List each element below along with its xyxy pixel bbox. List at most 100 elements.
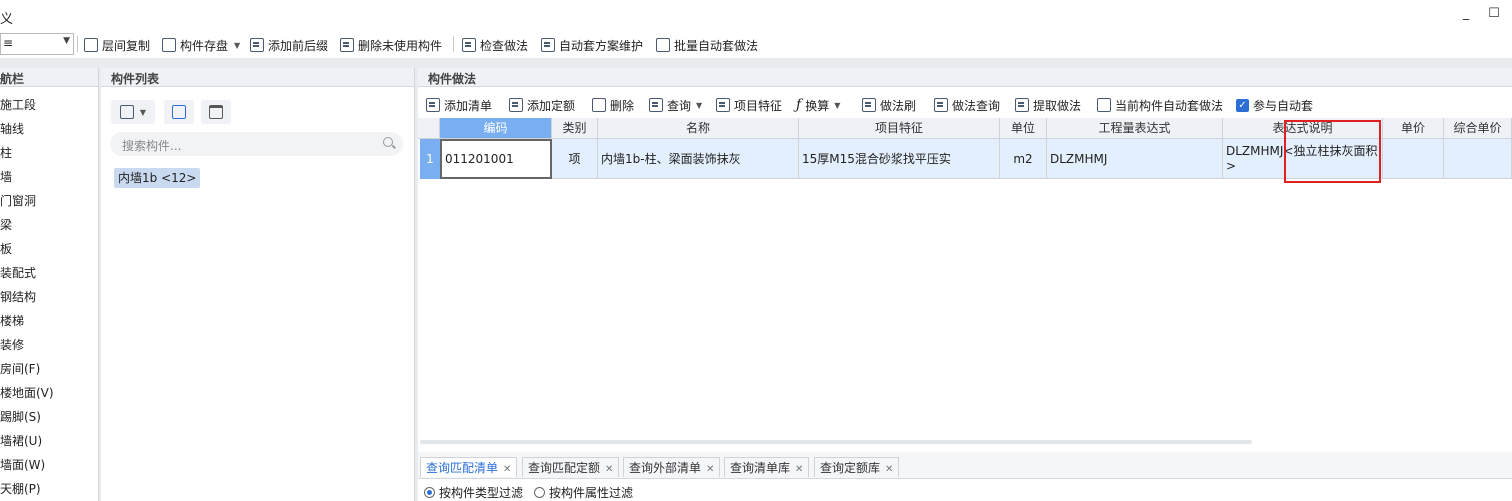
cell-unit[interactable]: m2: [1000, 139, 1047, 179]
cell-total-price[interactable]: [1444, 139, 1512, 179]
nav-panel: 航栏 施工段 轴线 柱 墙 门窗洞 梁 板 装配式 钢结构 楼梯 装修 房间(F…: [0, 68, 99, 501]
extract-method-button[interactable]: 提取做法: [1015, 96, 1081, 114]
filter-by-attr-radio[interactable]: 按构件属性过滤: [534, 484, 633, 501]
close-icon[interactable]: ✕: [706, 464, 714, 475]
extract-method-label: 提取做法: [1033, 98, 1082, 113]
chevron-down-icon: ▼: [139, 107, 147, 117]
nav-item[interactable]: 楼梯: [0, 312, 24, 329]
prefix-icon: [250, 38, 264, 52]
title-bar: 义 _ ☐: [0, 0, 1512, 31]
nav-item[interactable]: 轴线: [0, 120, 24, 137]
check-method-label: 检查做法: [480, 38, 529, 53]
auto-scheme-label: 自动套方案维护: [559, 38, 644, 53]
nav-item[interactable]: 门窗洞: [0, 192, 36, 209]
nav-item[interactable]: 板: [0, 240, 12, 257]
divider: [77, 36, 78, 52]
join-auto-label: 参与自动套: [1253, 98, 1314, 113]
component-list-title: 构件列表: [111, 72, 160, 86]
method-brush-label: 做法刷: [880, 98, 917, 113]
column-header[interactable]: 单位: [1000, 118, 1047, 139]
method-brush-button[interactable]: 做法刷: [862, 96, 916, 114]
cell-feature[interactable]: 15厚M15混合砂浆找平压实: [799, 139, 1000, 179]
minimize-button[interactable]: _: [1458, 6, 1474, 22]
nav-item[interactable]: 楼地面(V): [0, 384, 54, 401]
copy-floor-button[interactable]: 层间复制: [84, 36, 150, 54]
close-icon[interactable]: ✕: [605, 464, 613, 475]
feature-icon: [716, 98, 730, 112]
nav-item[interactable]: 施工段: [0, 96, 36, 113]
component-item[interactable]: 内墙1b <12>: [114, 168, 201, 188]
filter-by-type-label: 按构件类型过滤: [439, 486, 524, 500]
nav-item[interactable]: 天棚(P): [0, 480, 41, 497]
method-query-button[interactable]: 做法查询: [934, 96, 1000, 114]
new-component-button[interactable]: ▼: [111, 100, 155, 124]
query-label: 查询: [667, 98, 692, 113]
floor-select[interactable]: ≡ ▼: [0, 33, 74, 55]
add-quota-button[interactable]: 添加定额: [509, 96, 575, 114]
nav-item[interactable]: 房间(F): [0, 360, 40, 377]
cell-price[interactable]: [1383, 139, 1444, 179]
cell-category[interactable]: 项: [552, 139, 598, 179]
search-placeholder: 搜索构件...: [122, 139, 182, 153]
delete-unused-icon: [340, 38, 354, 52]
copy-component-button[interactable]: [164, 100, 194, 124]
check-method-button[interactable]: 检查做法: [462, 36, 528, 54]
nav-item[interactable]: 踢脚(S): [0, 408, 41, 425]
query-button[interactable]: 查询 ▼: [649, 96, 702, 114]
trash-icon: [592, 98, 606, 112]
close-icon[interactable]: ✕: [795, 464, 803, 475]
cell-name[interactable]: 内墙1b-柱、梁面装饰抹灰: [598, 139, 799, 179]
tab-label: 查询匹配定额: [528, 461, 601, 475]
nav-item[interactable]: 墙: [0, 168, 12, 185]
radio-icon: [534, 487, 545, 498]
add-prefix-suffix-button[interactable]: 添加前后缀: [250, 36, 328, 54]
chevron-down-icon: ▼: [63, 36, 70, 46]
search-input[interactable]: 搜索构件...: [110, 132, 403, 156]
delete-button[interactable]: 删除: [592, 96, 634, 114]
close-icon[interactable]: ✕: [885, 464, 893, 475]
batch-auto-button[interactable]: 批量自动套做法: [656, 36, 758, 54]
nav-item[interactable]: 装修: [0, 336, 24, 353]
nav-item[interactable]: 墙裙(U): [0, 432, 42, 449]
current-auto-label: 当前构件自动套做法: [1115, 98, 1224, 113]
convert-button[interactable]: ƒ 换算 ▼: [796, 96, 840, 114]
column-header[interactable]: 单价: [1383, 118, 1444, 139]
cell-code[interactable]: 011201001: [440, 139, 552, 179]
maximize-button[interactable]: ☐: [1486, 6, 1502, 22]
close-icon[interactable]: ✕: [503, 464, 511, 475]
tab-quota-library[interactable]: 查询定额库 ✕: [814, 457, 900, 477]
nav-item[interactable]: 柱: [0, 144, 12, 161]
nav-item[interactable]: 钢结构: [0, 288, 36, 305]
auto-scheme-button[interactable]: 自动套方案维护: [541, 36, 643, 54]
tab-match-quota[interactable]: 查询匹配定额 ✕: [522, 457, 620, 477]
column-header[interactable]: 项目特征: [799, 118, 1000, 139]
tab-match-list[interactable]: 查询匹配清单 ✕: [420, 457, 518, 477]
column-header[interactable]: 综合单价: [1444, 118, 1512, 139]
tab-list-library[interactable]: 查询清单库 ✕: [724, 457, 810, 477]
nav-item[interactable]: 墙面(W): [0, 456, 45, 473]
nav-item[interactable]: 梁: [0, 216, 12, 233]
trash-icon: [209, 105, 223, 119]
checkbox-checked-icon: ✓: [1236, 98, 1249, 112]
brush-icon: [862, 98, 876, 112]
method-query-label: 做法查询: [952, 98, 1001, 113]
filter-by-type-radio[interactable]: 按构件类型过滤: [424, 484, 523, 501]
row-number[interactable]: 1: [420, 139, 440, 179]
delete-component-button[interactable]: [201, 100, 231, 124]
column-header[interactable]: 名称: [598, 118, 799, 139]
cell-expression[interactable]: DLZMHMJ: [1047, 139, 1223, 179]
delete-unused-label: 删除未使用构件: [358, 38, 443, 53]
horizontal-scrollbar[interactable]: [420, 440, 1252, 444]
add-list-button[interactable]: 添加清单: [426, 96, 492, 114]
column-header[interactable]: 编码: [440, 118, 552, 139]
column-header[interactable]: 类别: [552, 118, 598, 139]
join-auto-checkbox[interactable]: ✓ 参与自动套: [1236, 96, 1313, 114]
save-component-button[interactable]: 构件存盘 ▼: [162, 36, 240, 54]
delete-unused-button[interactable]: 删除未使用构件: [340, 36, 442, 54]
item-feature-button[interactable]: 项目特征: [716, 96, 782, 114]
current-auto-button[interactable]: 当前构件自动套做法: [1097, 96, 1223, 114]
column-header[interactable]: 工程量表达式: [1047, 118, 1223, 139]
nav-item[interactable]: 装配式: [0, 264, 36, 281]
component-list-panel: 构件列表 ▼ 搜索构件... 内墙1b <12>: [101, 68, 415, 501]
tab-external-list[interactable]: 查询外部清单 ✕: [623, 457, 721, 477]
